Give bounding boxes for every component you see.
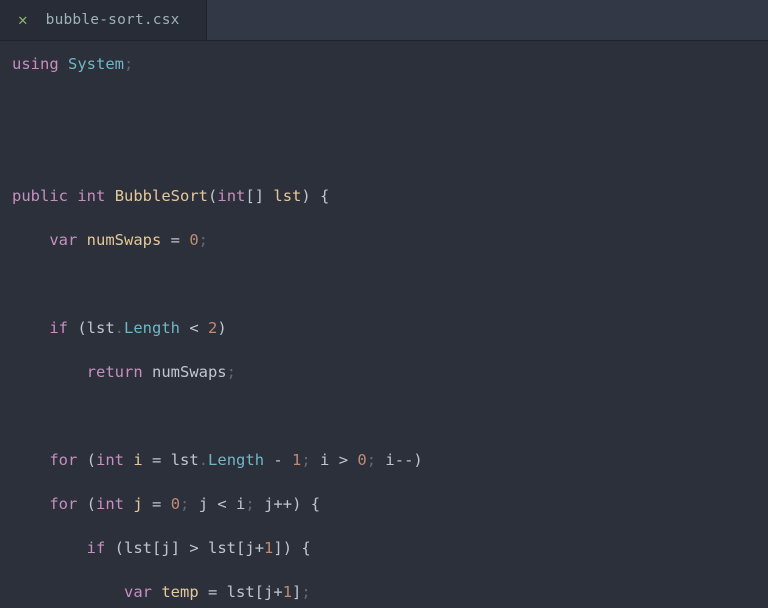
- code-line: if (lst.Length < 2): [8, 317, 762, 339]
- code-line: if (lst[j] > lst[j+1]) {: [8, 537, 762, 559]
- tab-filename: bubble-sort.csx: [46, 10, 180, 31]
- code-editor[interactable]: using System; public int BubbleSort(int[…: [0, 41, 768, 608]
- tab-bar: ✕ bubble-sort.csx: [0, 0, 768, 41]
- code-line: public int BubbleSort(int[] lst) {: [8, 185, 762, 207]
- code-line: return numSwaps;: [8, 361, 762, 383]
- code-line: using System;: [8, 53, 762, 75]
- code-line: [8, 141, 762, 163]
- code-line: var numSwaps = 0;: [8, 229, 762, 251]
- code-line: [8, 97, 762, 119]
- close-icon[interactable]: ✕: [18, 9, 28, 32]
- code-line: for (int i = lst.Length - 1; i > 0; i--): [8, 449, 762, 471]
- code-block: using System; public int BubbleSort(int[…: [8, 53, 762, 608]
- code-line: [8, 405, 762, 427]
- code-line: [8, 273, 762, 295]
- code-line: for (int j = 0; j < i; j++) {: [8, 493, 762, 515]
- tab-bubble-sort[interactable]: ✕ bubble-sort.csx: [0, 0, 207, 40]
- code-line: var temp = lst[j+1];: [8, 581, 762, 603]
